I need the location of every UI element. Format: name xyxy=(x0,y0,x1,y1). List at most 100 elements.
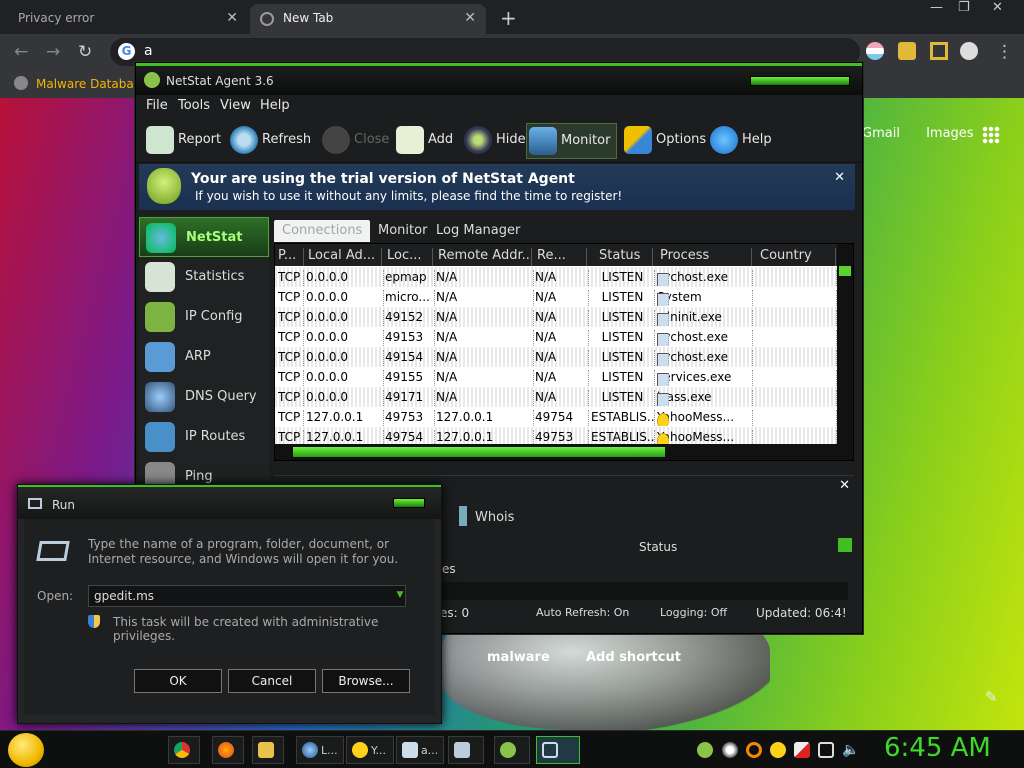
account-avatar-icon[interactable] xyxy=(960,42,978,60)
taskbar-netstat[interactable] xyxy=(494,736,530,764)
shortcut-malware[interactable]: malware xyxy=(487,650,550,665)
add-button[interactable]: Add xyxy=(394,123,453,159)
menu-tools[interactable]: Tools xyxy=(178,98,210,113)
table-cell: System xyxy=(657,290,753,306)
apps-grid-icon[interactable] xyxy=(982,126,1000,144)
open-input[interactable]: gpedit.ms ▼ xyxy=(88,585,406,607)
tab-new-tab[interactable]: New Tab ✕ xyxy=(250,4,486,34)
col-remote-port[interactable]: Re... xyxy=(537,248,587,266)
tab-log-manager[interactable]: Log Manager xyxy=(428,220,528,242)
col-local-address[interactable]: Local Ad... xyxy=(308,248,382,266)
sidebar-item-statistics[interactable]: Statistics xyxy=(139,257,269,297)
refresh-button[interactable]: Refresh xyxy=(228,123,311,159)
options-button[interactable]: Options xyxy=(622,123,706,159)
run-titlebar[interactable]: Run xyxy=(18,485,441,519)
vertical-scrollbar[interactable] xyxy=(837,244,853,444)
sidebar-item-netstat[interactable]: NetStat xyxy=(139,217,269,257)
close-button[interactable] xyxy=(393,498,425,508)
tray-search-icon[interactable] xyxy=(746,742,762,758)
taskbar-chrome[interactable] xyxy=(168,736,200,764)
tray-display-icon[interactable] xyxy=(818,742,834,758)
address-text[interactable]: a xyxy=(144,43,153,59)
table-row[interactable]: TCP 0.0.0.0 49155 N/A N/A LISTEN services.exe xyxy=(275,367,837,387)
start-smiley-icon[interactable] xyxy=(8,733,44,767)
owl-mascot-icon xyxy=(147,168,181,204)
taskbar-firefox[interactable] xyxy=(212,736,244,764)
menu-kebab-icon[interactable]: ⋮ xyxy=(996,42,1013,62)
panel-close-icon[interactable]: ✕ xyxy=(839,478,850,493)
close-icon[interactable]: ✕ xyxy=(992,0,1003,15)
menu-file[interactable]: File xyxy=(146,98,168,113)
new-tab-button[interactable]: + xyxy=(500,6,517,30)
sidebar-item-ip-config[interactable]: IP Config xyxy=(139,297,269,337)
table-row[interactable]: TCP 0.0.0.0 49171 N/A N/A LISTEN lsass.exe xyxy=(275,387,837,407)
taskbar-yahoo[interactable]: Y... xyxy=(346,736,394,764)
maximize-icon[interactable]: ❐ xyxy=(958,0,970,15)
extensions-puzzle-icon[interactable] xyxy=(898,42,916,60)
table-cell: 0.0.0.0 xyxy=(306,330,384,346)
close-button[interactable]: Close xyxy=(320,123,389,159)
monitor-button[interactable]: Monitor xyxy=(526,123,618,159)
table-row[interactable]: TCP 0.0.0.0 49152 N/A N/A LISTEN wininit.exe xyxy=(275,307,837,327)
tray-volume-icon[interactable]: 🔈 xyxy=(842,742,859,758)
hide-button[interactable]: Hide xyxy=(462,123,526,159)
col-process[interactable]: Process xyxy=(660,248,752,266)
tray-netstat-icon[interactable] xyxy=(697,742,713,758)
taskbar-clock[interactable]: 6:45 AM xyxy=(884,733,991,763)
report-button[interactable]: Report xyxy=(144,123,221,159)
taskbar-network[interactable]: L... xyxy=(296,736,344,764)
table-row[interactable]: TCP 0.0.0.0 micro... N/A N/A LISTEN System xyxy=(275,287,837,307)
menu-view[interactable]: View xyxy=(220,98,251,113)
col-protocol[interactable]: P... xyxy=(278,248,304,266)
bookmark-malware-database[interactable]: Malware Databas xyxy=(14,76,140,91)
status-connections: es: 0 xyxy=(440,606,470,620)
banner-close-icon[interactable]: ✕ xyxy=(834,170,845,185)
col-status[interactable]: Status xyxy=(599,248,653,266)
table-cell: 0.0.0.0 xyxy=(306,310,384,326)
panel-toggle-icon[interactable] xyxy=(838,538,852,552)
window-controls[interactable] xyxy=(750,76,850,86)
images-link[interactable]: Images xyxy=(926,126,974,141)
menu-help[interactable]: Help xyxy=(260,98,290,113)
ok-button[interactable]: OK xyxy=(134,669,222,693)
gmail-link[interactable]: Gmail xyxy=(862,126,900,141)
cancel-button[interactable]: Cancel xyxy=(228,669,316,693)
taskbar-explorer[interactable] xyxy=(252,736,284,764)
col-country[interactable]: Country xyxy=(760,248,836,266)
customize-pencil-icon[interactable]: ✎ xyxy=(985,688,998,706)
taskbar-run[interactable] xyxy=(536,736,580,764)
forward-arrow-icon[interactable]: → xyxy=(46,42,60,62)
profile-flag-icon[interactable] xyxy=(866,42,884,60)
dropdown-arrow-icon[interactable]: ▼ xyxy=(393,590,407,604)
minimize-icon[interactable]: — xyxy=(930,0,943,15)
table-cell: LISTEN xyxy=(591,290,655,306)
sidebar-item-ip-routes[interactable]: IP Routes xyxy=(139,417,269,457)
tab-monitor[interactable]: Monitor xyxy=(370,220,435,242)
taskbar-network-tool[interactable] xyxy=(448,736,484,764)
tray-network-icon[interactable] xyxy=(722,742,738,758)
table-row[interactable]: TCP 127.0.0.1 49753 127.0.0.1 49754 ESTABLIS.… xyxy=(275,407,837,427)
reload-icon[interactable]: ↻ xyxy=(78,42,92,62)
back-arrow-icon[interactable]: ← xyxy=(14,42,28,62)
netstat-titlebar[interactable]: NetStat Agent 3.6 xyxy=(136,63,862,95)
table-row[interactable]: TCP 0.0.0.0 49153 N/A N/A LISTEN svchost.exe xyxy=(275,327,837,347)
tab-privacy-error[interactable]: Privacy error ✕ xyxy=(8,4,248,34)
horizontal-scrollbar[interactable] xyxy=(275,444,853,460)
table-row[interactable]: TCP 0.0.0.0 epmap N/A N/A LISTEN svchost.exe xyxy=(275,267,837,287)
taskbar-notepad[interactable]: a... xyxy=(396,736,444,764)
tab-connections[interactable]: Connections xyxy=(274,220,371,242)
shortcut-add[interactable]: Add shortcut xyxy=(586,650,681,665)
help-button[interactable]: Help xyxy=(708,123,772,159)
menu-bar: File Tools View Help xyxy=(136,95,862,117)
tab-close-icon[interactable]: ✕ xyxy=(226,10,238,26)
col-local-port[interactable]: Loc... xyxy=(387,248,433,266)
table-row[interactable]: TCP 0.0.0.0 49154 N/A N/A LISTEN svchost.exe xyxy=(275,347,837,367)
tray-yahoo-icon[interactable] xyxy=(770,742,786,758)
browse-button[interactable]: Browse... xyxy=(322,669,410,693)
sidebar-item-arp[interactable]: ARP xyxy=(139,337,269,377)
tray-action-center-icon[interactable] xyxy=(794,742,810,758)
tab-close-icon[interactable]: ✕ xyxy=(464,10,476,26)
col-remote-address[interactable]: Remote Addr... xyxy=(438,248,532,266)
sidebar-item-dns-query[interactable]: DNS Query xyxy=(139,377,269,417)
sidebar-panel-icon[interactable] xyxy=(930,42,948,60)
